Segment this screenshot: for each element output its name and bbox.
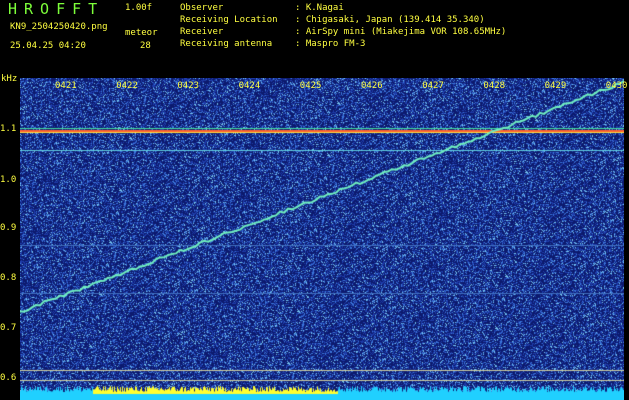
meta-row: Receiver: AirSpy mini (Miakejima VOR 108…: [180, 27, 507, 37]
x-tick-label: 0424: [238, 81, 261, 91]
x-tick-label: 0421: [55, 81, 77, 91]
y-tick-label: 0.6: [0, 373, 17, 383]
spectrogram-canvas: [20, 78, 624, 400]
y-tick-label: 0.7: [0, 323, 17, 333]
version-label: 1.00f: [125, 3, 153, 13]
x-tick-label: 0423: [177, 81, 200, 91]
x-tick-label: 0429: [544, 81, 567, 91]
datetime-label: 25.04.25 04:20: [10, 41, 86, 51]
x-tick-label: 0422: [116, 81, 138, 91]
meta-row: Observer: K.Nagai: [180, 3, 344, 13]
filename-label: KN9_2504250420.png: [10, 22, 108, 32]
x-tick-label: 0425: [299, 81, 322, 91]
count-label: 28: [140, 41, 151, 51]
x-tick-label: 0426: [361, 81, 383, 91]
meta-row: Receiving Location: Chigasaki, Japan (13…: [180, 15, 485, 25]
meta-row: Receiving antenna: Maspro FM-3: [180, 39, 366, 49]
x-tick-label: 0428: [483, 81, 506, 91]
header-panel: HROFFT 1.00f KN9_2504250420.png 25.04.25…: [0, 0, 629, 78]
x-tick-label: 0430: [605, 81, 628, 91]
y-tick-label: 1.1: [0, 124, 17, 134]
y-tick-label: 1.0: [0, 175, 17, 185]
y-tick-label: 0.8: [0, 273, 17, 283]
metadata-table: Observer: K.Nagai Receiving Location: Ch…: [180, 2, 506, 50]
app-title: HROFFT: [8, 0, 105, 18]
y-tick-label: 0.9: [0, 223, 17, 233]
x-tick-label: 0427: [422, 81, 444, 91]
y-axis: 1.1 1.0 0.9 0.8 0.7 0.6: [0, 78, 20, 400]
station-label: meteor: [125, 28, 158, 38]
